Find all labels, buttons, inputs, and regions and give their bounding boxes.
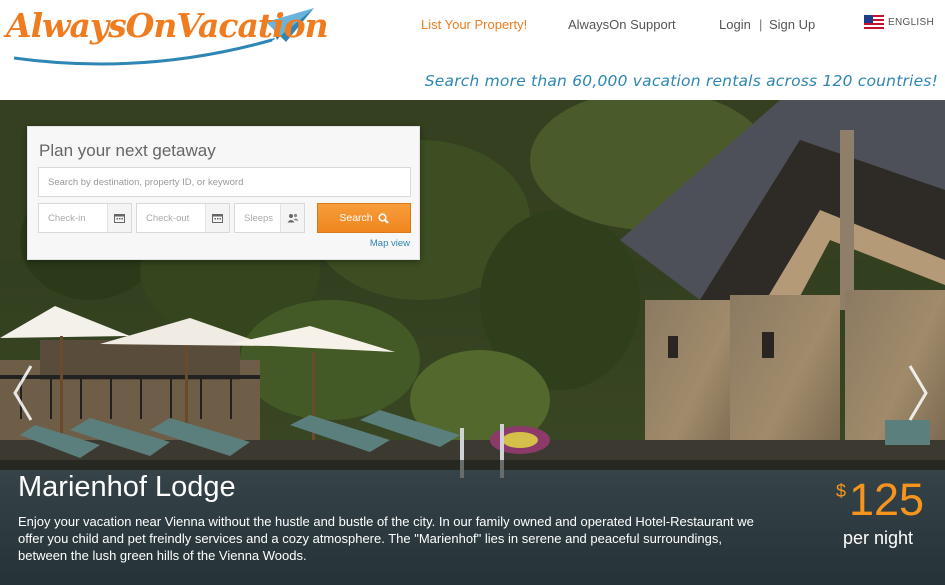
language-label: ENGLISH [888,16,935,28]
tagline: Search more than 60,000 vacation rentals… [424,72,938,90]
slide-caption: Marienhof Lodge Enjoy your vacation near… [0,460,945,585]
nav-separator: | [759,17,763,32]
people-icon[interactable] [280,204,304,232]
sleeps-field[interactable] [234,203,305,233]
map-view-link[interactable]: Map view [370,238,410,249]
login-link[interactable]: Login [719,17,751,32]
checkin-input[interactable] [39,204,107,232]
search-button[interactable]: Search [317,203,411,233]
property-description: Enjoy your vacation near Vienna without … [18,514,754,563]
magnifier-icon [378,212,389,224]
keyword-search-input[interactable] [38,167,411,197]
logo[interactable]: AlwaysOnVacation [4,0,329,72]
language-selector[interactable]: ENGLISH [864,15,934,29]
search-panel-title: Plan your next getaway [39,141,216,160]
site-header: AlwaysOnVacation List Your Property! Alw… [0,0,945,100]
chevron-right-icon[interactable] [905,363,931,423]
property-name[interactable]: Marienhof Lodge [18,471,236,504]
calendar-icon[interactable] [107,204,131,232]
us-flag-icon [864,15,884,29]
search-panel: Plan your next getaway Search Map view [27,126,420,260]
chevron-left-icon[interactable] [10,363,36,423]
logo-text: AlwaysOnVacation [6,6,329,45]
checkout-field[interactable] [136,203,230,233]
price-currency: $ [836,481,847,501]
list-property-link[interactable]: List Your Property! [421,17,527,32]
search-button-label: Search [339,212,373,224]
sleeps-input[interactable] [235,204,281,232]
support-link[interactable]: AlwaysOn Support [568,17,676,32]
price-unit: per night [843,528,914,548]
price-amount: 125 [849,474,925,525]
signup-link[interactable]: Sign Up [769,17,815,32]
calendar-icon[interactable] [205,204,229,232]
checkin-field[interactable] [38,203,132,233]
checkout-input[interactable] [137,204,205,232]
